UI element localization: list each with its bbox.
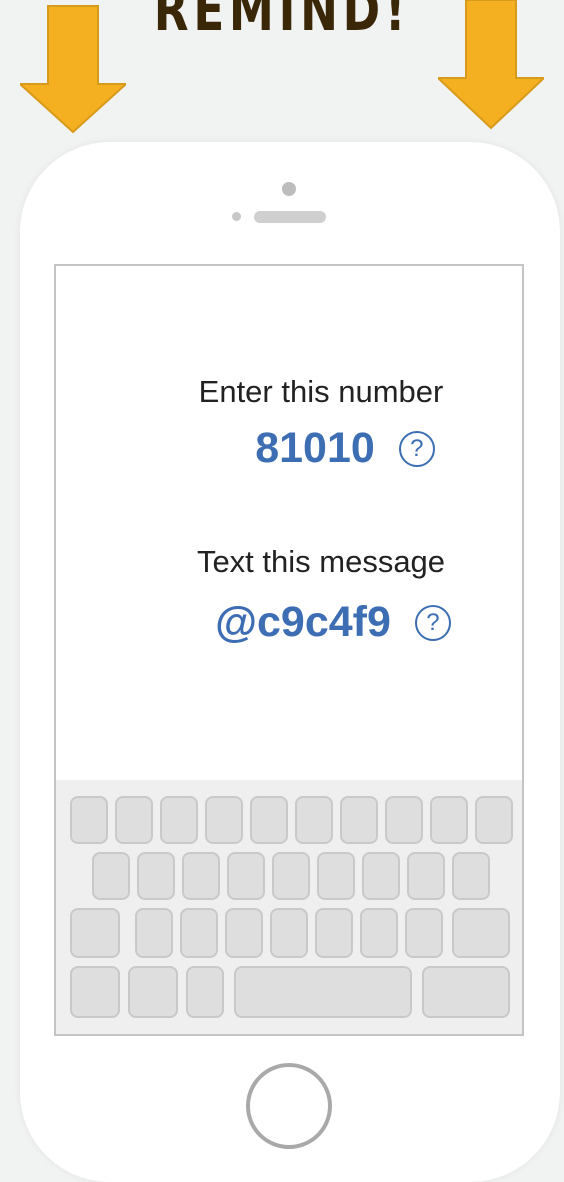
phone-screen: Enter this number 81010 ? Text this mess…: [54, 264, 524, 1036]
keyboard: [56, 780, 522, 1034]
banner-title: REMIND!: [153, 0, 411, 44]
help-icon[interactable]: ?: [414, 604, 451, 641]
keyboard-key[interactable]: [407, 852, 445, 900]
mic-key[interactable]: [186, 966, 224, 1018]
help-icon[interactable]: ?: [398, 430, 435, 467]
space-key[interactable]: [234, 966, 412, 1018]
keyboard-key[interactable]: [295, 796, 333, 844]
keyboard-key[interactable]: [92, 852, 130, 900]
message-row: @c9c4f9 ?: [100, 598, 564, 647]
keyboard-key[interactable]: [452, 852, 490, 900]
keyboard-key[interactable]: [360, 908, 398, 958]
keyboard-key[interactable]: [160, 796, 198, 844]
arrow-down-icon: [438, 0, 544, 130]
keyboard-key[interactable]: [70, 796, 108, 844]
keyboard-key[interactable]: [430, 796, 468, 844]
keyboard-key[interactable]: [225, 908, 263, 958]
keyboard-key[interactable]: [362, 852, 400, 900]
keyboard-key[interactable]: [227, 852, 265, 900]
keyboard-key[interactable]: [182, 852, 220, 900]
keyboard-key[interactable]: [205, 796, 243, 844]
keyboard-key[interactable]: [270, 908, 308, 958]
message-prompt: Text this message: [196, 544, 446, 579]
backspace-key[interactable]: [452, 908, 510, 958]
keyboard-key[interactable]: [315, 908, 353, 958]
number-prompt: Enter this number: [198, 374, 444, 409]
numbers-key[interactable]: [70, 966, 120, 1018]
keyboard-key[interactable]: [115, 796, 153, 844]
message-code: @c9c4f9: [215, 598, 391, 646]
keyboard-key[interactable]: [135, 908, 173, 958]
keyboard-key[interactable]: [385, 796, 423, 844]
keyboard-key[interactable]: [180, 908, 218, 958]
keyboard-key[interactable]: [137, 852, 175, 900]
shift-key[interactable]: [70, 908, 120, 958]
camera-icon: [282, 182, 296, 196]
short-code-number: 81010: [255, 424, 375, 472]
home-button-icon[interactable]: [246, 1063, 332, 1149]
keyboard-key[interactable]: [405, 908, 443, 958]
keyboard-key[interactable]: [317, 852, 355, 900]
globe-key[interactable]: [128, 966, 178, 1018]
keyboard-key[interactable]: [272, 852, 310, 900]
sensor-icon: [232, 212, 241, 221]
arrow-down-icon: [20, 5, 126, 134]
keyboard-key[interactable]: [250, 796, 288, 844]
return-key[interactable]: [422, 966, 510, 1018]
speaker-grille: [254, 211, 326, 223]
keyboard-key[interactable]: [340, 796, 378, 844]
number-row: 81010 ?: [112, 424, 564, 473]
keyboard-key[interactable]: [475, 796, 513, 844]
